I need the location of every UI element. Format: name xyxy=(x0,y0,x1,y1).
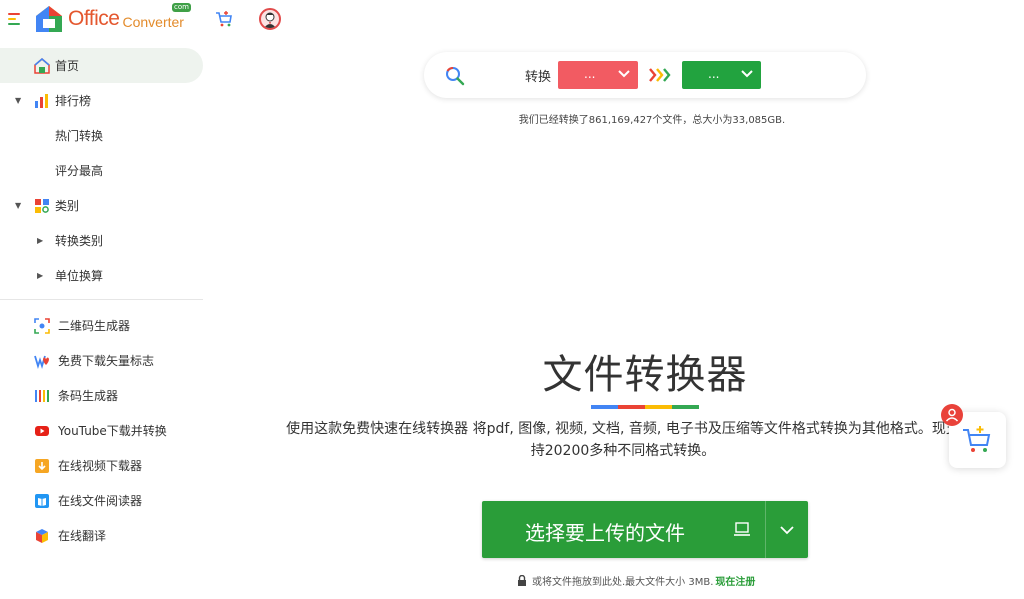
triple-chevron-right-icon xyxy=(649,68,671,82)
chevron-down-icon xyxy=(618,70,630,78)
sidebar-item-youtube-download[interactable]: YouTube下载并转换 xyxy=(0,413,205,448)
caret-down-icon: ▼ xyxy=(15,96,22,105)
cart-plus-icon xyxy=(963,426,991,452)
title-underline xyxy=(591,405,699,409)
caret-right-icon: ▶ xyxy=(37,236,44,245)
sidebar-item-unit-conversion[interactable]: ▶ 单位换算 xyxy=(0,258,205,293)
converter-search-bar: 转换 ... ... xyxy=(424,52,866,98)
sidebar-item-label: 类别 xyxy=(55,199,80,213)
sidebar-item-label: 转换类别 xyxy=(55,234,104,248)
floating-user-badge[interactable] xyxy=(941,404,963,426)
sidebar-item-qr-generator[interactable]: 二维码生成器 xyxy=(0,308,205,343)
sidebar-item-label: 在线翻译 xyxy=(58,529,107,543)
sidebar-item-label: 首页 xyxy=(55,59,80,73)
page-title: 文件转换器 xyxy=(542,352,748,398)
user-avatar-icon[interactable] xyxy=(259,8,281,30)
sidebar-item-label: YouTube下载并转换 xyxy=(58,424,167,438)
grid-search-icon xyxy=(35,198,49,213)
lock-icon xyxy=(518,575,526,586)
sidebar-item-label: 热门转换 xyxy=(55,129,104,143)
qr-scan-icon xyxy=(34,317,50,334)
chevron-down-icon[interactable] xyxy=(779,522,795,538)
laptop-icon[interactable] xyxy=(733,521,751,537)
sidebar-item-label: 在线视频下载器 xyxy=(58,459,143,473)
to-format-value: ... xyxy=(708,67,720,81)
sidebar-item-label: 在线文件阅读器 xyxy=(58,494,143,508)
caret-right-icon: ▶ xyxy=(37,271,44,280)
sidebar-item-conversion-categories[interactable]: ▶ 转换类别 xyxy=(0,223,205,258)
sidebar-item-home[interactable]: 首页 xyxy=(0,48,203,83)
logo-mark-icon xyxy=(36,6,62,32)
caret-down-icon: ▼ xyxy=(15,201,22,210)
conversion-stats: 我们已经转换了861,169,427个文件，总大小为33,085GB. xyxy=(518,115,786,126)
book-reader-icon xyxy=(35,493,49,508)
sidebar-item-video-downloader[interactable]: 在线视频下载器 xyxy=(0,448,205,483)
home-icon xyxy=(34,57,50,74)
drop-hint: 或将文件拖放到此处.最大文件大小 3MB. 现在注册 xyxy=(517,573,755,588)
search-icon[interactable] xyxy=(445,66,465,86)
video-download-icon xyxy=(35,458,49,473)
upload-button-label: 选择要上传的文件 xyxy=(525,521,685,545)
translate-icon xyxy=(36,528,48,543)
upload-file-button[interactable]: 选择要上传的文件 xyxy=(482,501,808,558)
sidebar-item-file-reader[interactable]: 在线文件阅读器 xyxy=(0,483,205,518)
logo-sub: Converter xyxy=(122,14,184,30)
top-header: Office Converter com xyxy=(0,0,1024,40)
logo-com-badge: com xyxy=(172,3,191,12)
sidebar-item-top-rated[interactable]: 评分最高 xyxy=(0,153,205,188)
convert-label: 转换 xyxy=(525,70,552,85)
sidebar-item-translate[interactable]: 在线翻译 xyxy=(0,518,205,553)
hamburger-icon[interactable] xyxy=(8,13,22,25)
sidebar-item-label: 评分最高 xyxy=(55,164,104,178)
chevron-down-icon xyxy=(741,70,753,78)
register-link[interactable]: 现在注册 xyxy=(715,573,755,588)
from-format-select[interactable]: ... xyxy=(558,61,638,89)
sidebar-divider xyxy=(0,299,203,300)
to-format-select[interactable]: ... xyxy=(682,61,761,89)
cart-plus-icon[interactable] xyxy=(215,10,233,28)
bar-chart-icon xyxy=(35,93,48,108)
page-description: 使用这款免费快速在线转换器 将pdf, 图像, 视频, 文档, 音频, 电子书及… xyxy=(286,421,960,459)
upload-button-divider xyxy=(765,501,766,558)
from-format-value: ... xyxy=(584,67,596,81)
sidebar-item-label: 二维码生成器 xyxy=(58,319,131,333)
sidebar-item-label: 排行榜 xyxy=(55,94,92,108)
avatar-face-icon xyxy=(264,12,276,28)
logo-text: Office xyxy=(68,7,120,30)
user-icon xyxy=(945,408,959,422)
logo[interactable]: Office Converter com xyxy=(34,3,191,35)
sidebar-item-categories[interactable]: ▼ 类别 xyxy=(0,188,205,223)
youtube-icon xyxy=(35,425,49,436)
drop-hint-text: 或将文件拖放到此处.最大文件大小 3MB. xyxy=(532,577,714,588)
sidebar-item-label: 单位换算 xyxy=(55,269,104,283)
